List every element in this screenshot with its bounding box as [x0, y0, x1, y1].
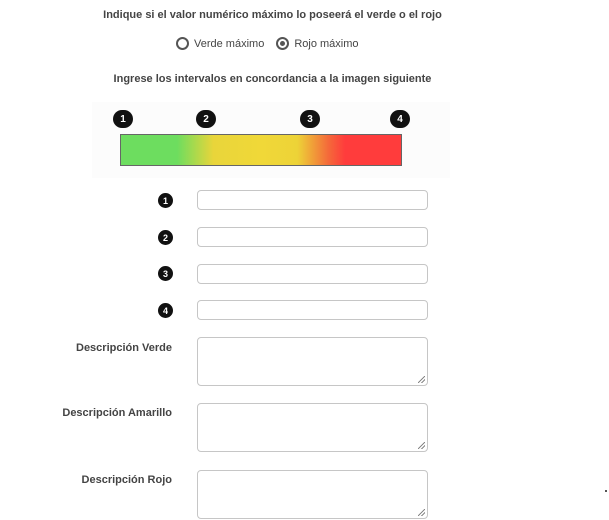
scale-marker-1: 1 — [113, 110, 133, 128]
description-red-textarea[interactable] — [197, 470, 428, 519]
max-value-radio-group: Verde máximo Rojo máximo — [176, 37, 371, 50]
interval-2-input[interactable] — [197, 227, 428, 247]
scale-marker-3: 3 — [300, 110, 320, 128]
resize-grip-icon[interactable] — [418, 442, 425, 449]
radio-verde-maximo[interactable]: Verde máximo — [176, 37, 264, 50]
green-yellow-red-gradient-bar — [120, 134, 402, 166]
description-red-label: Descripción Rojo — [81, 474, 172, 486]
interval-badge-3: 3 — [158, 266, 173, 281]
interval-4-input[interactable] — [197, 300, 428, 320]
intervals-instructions: Ingrese los intervalos en concordancia a… — [113, 73, 432, 85]
radio-label-verde: Verde máximo — [194, 37, 265, 50]
description-green-textarea[interactable] — [197, 337, 428, 386]
color-scale-panel: 1 2 3 4 — [92, 102, 450, 178]
scale-marker-2: 2 — [196, 110, 216, 128]
interval-badge-4: 4 — [158, 303, 173, 318]
interval-badge-2: 2 — [158, 230, 173, 245]
interval-3-input[interactable] — [197, 264, 428, 284]
radio-unchecked-icon — [176, 37, 189, 50]
description-green-label: Descripción Verde — [76, 342, 172, 354]
scale-marker-4: 4 — [390, 110, 410, 128]
interval-badge-1: 1 — [158, 193, 173, 208]
stray-dot — [605, 490, 607, 492]
interval-1-input[interactable] — [197, 190, 428, 210]
radio-rojo-maximo[interactable]: Rojo máximo — [276, 37, 359, 50]
resize-grip-icon[interactable] — [418, 509, 425, 516]
radio-checked-icon — [276, 37, 290, 50]
description-yellow-label: Descripción Amarillo — [62, 407, 172, 419]
description-yellow-textarea[interactable] — [197, 403, 428, 452]
resize-grip-icon[interactable] — [418, 376, 425, 383]
max-value-question: Indique si el valor numérico máximo lo p… — [103, 9, 442, 21]
radio-label-rojo: Rojo máximo — [294, 37, 359, 50]
